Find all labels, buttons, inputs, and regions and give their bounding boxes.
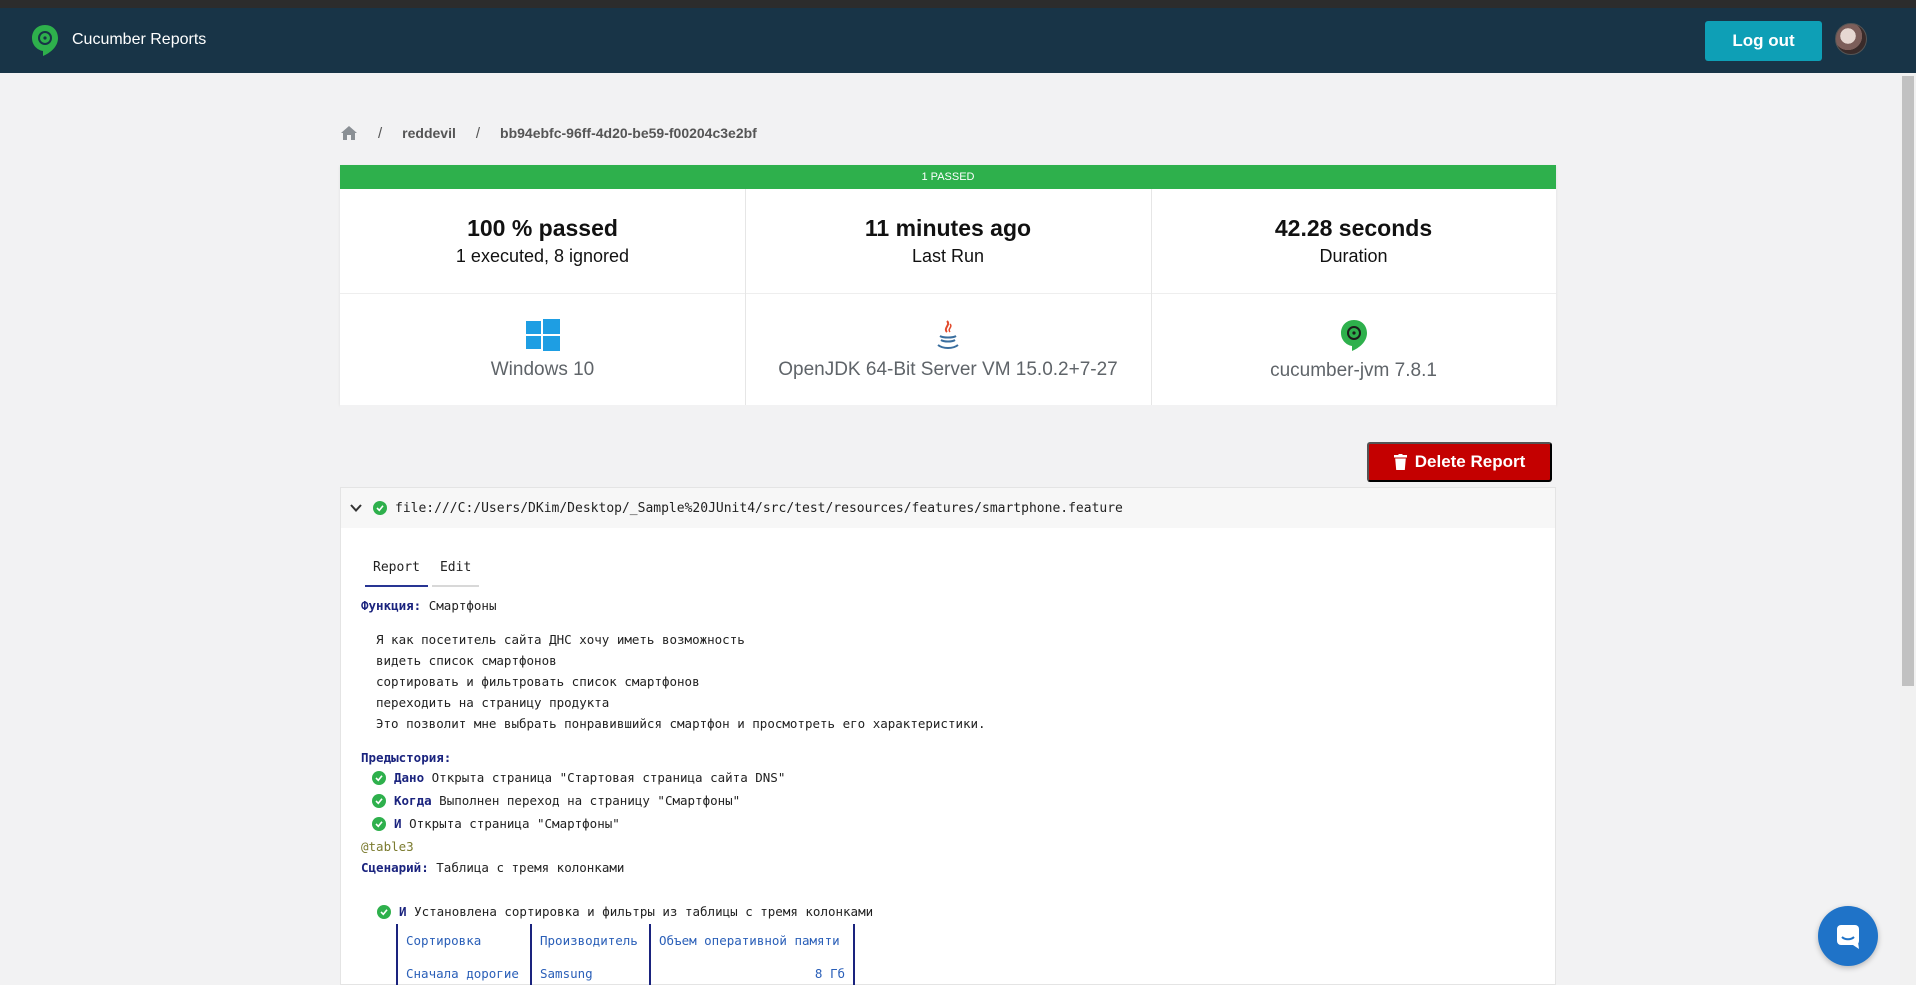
feature-uri: file:///C:/Users/DKim/Desktop/_Sample%20… [395, 500, 1123, 516]
description-line: Я как посетитель сайта ДНС хочу иметь во… [376, 632, 745, 647]
scenario-keyword: Сценарий: [361, 860, 429, 875]
chat-support-button[interactable] [1818, 906, 1878, 966]
breadcrumb-separator: / [475, 124, 481, 142]
step-keyword: Когда [394, 793, 432, 808]
user-avatar[interactable] [1835, 23, 1867, 55]
cucumber-icon [1340, 319, 1367, 351]
delete-report-button[interactable]: Delete Report [1367, 442, 1552, 482]
feature-header[interactable]: file:///C:/Users/DKim/Desktop/_Sample%20… [341, 488, 1555, 528]
step-line: И Открыта страница "Смартфоны" [372, 816, 620, 831]
background-keyword: Предыстория: [361, 750, 452, 765]
jvm-name: OpenJDK 64-Bit Server VM 15.0.2+7-27 [778, 358, 1118, 380]
status-bar: 1 PASSED [340, 165, 1556, 189]
cucumber-version: cucumber-jvm 7.8.1 [1270, 359, 1437, 381]
table-cell: Сначала дорогие [396, 957, 532, 985]
passed-check-icon [372, 816, 386, 831]
scenario-title-line: Сценарий: Таблица с тремя колонками [361, 860, 624, 875]
navbar: Cucumber Reports Log out [0, 8, 1916, 73]
step-line: Когда Выполнен переход на страницу "Смар… [372, 793, 740, 808]
breadcrumb-report-id: bb94ebfc-96ff-4d20-be59-f00204c3e2bf [500, 125, 757, 141]
home-icon[interactable] [340, 125, 358, 141]
last-run-label: Last Run [911, 246, 985, 266]
executed-summary: 1 executed, 8 ignored [455, 246, 630, 266]
step-line: Дано Открыта страница "Стартовая страниц… [372, 770, 785, 785]
passed-check-icon [372, 793, 386, 808]
feature-panel: file:///C:/Users/DKim/Desktop/_Sample%20… [340, 487, 1556, 985]
pass-rate-cell: 100 % passed 1 executed, 8 ignored [340, 189, 745, 293]
description-line: Это позволит мне выбрать понравившийся с… [376, 716, 986, 731]
page-scrollbar-thumb[interactable] [1902, 76, 1914, 686]
step-keyword: И [394, 816, 402, 831]
step-line: И Установлена сортировка и фильтры из та… [377, 904, 873, 919]
passed-check-icon [373, 501, 387, 515]
windows-icon [525, 318, 560, 351]
chevron-down-icon[interactable] [349, 501, 363, 515]
table-cell: Сортировка [396, 924, 532, 957]
step-text: Установлена сортировка и фильтры из табл… [414, 904, 874, 919]
last-run-value: 11 minutes ago [864, 215, 1032, 241]
table-cell: 8 Гб [649, 957, 855, 985]
description-line: видеть список смартфонов [376, 653, 557, 668]
table-cell: Samsung [530, 957, 651, 985]
passed-check-icon [372, 770, 386, 785]
description-line: сортировать и фильтровать список смартфо… [376, 674, 700, 689]
browser-top-strip [0, 0, 1916, 8]
trash-icon [1393, 454, 1407, 470]
cucumber-logo-icon[interactable] [30, 23, 60, 57]
pass-rate-value: 100 % passed [467, 215, 618, 241]
breadcrumb-separator: / [378, 124, 383, 142]
logout-button[interactable]: Log out [1705, 21, 1822, 61]
step-keyword: Дано [394, 770, 425, 785]
description-line: переходить на страницу продукта [376, 695, 610, 710]
table-cell: Производитель [530, 924, 651, 957]
os-cell: Windows 10 [340, 294, 745, 405]
jvm-cell: OpenJDK 64-Bit Server VM 15.0.2+7-27 [745, 294, 1151, 405]
cucumber-cell: cucumber-jvm 7.8.1 [1151, 294, 1556, 405]
breadcrumb-user[interactable]: reddevil [402, 125, 456, 141]
tab-report[interactable]: Report [365, 554, 428, 587]
table-row: Сначала дорогие Samsung 8 Гб [396, 957, 855, 985]
duration-value: 42.28 seconds [1274, 215, 1433, 241]
step-text: Открыта страница "Смартфоны" [409, 816, 620, 831]
table-cell: Объем оперативной памяти [649, 924, 855, 957]
os-name: Windows 10 [490, 358, 595, 380]
card-footer-panel [340, 405, 1556, 437]
app-title[interactable]: Cucumber Reports [72, 31, 206, 49]
step-data-table: Сортировка Производитель Объем оперативн… [396, 924, 855, 985]
step-text: Открыта страница "Стартовая страница сай… [431, 770, 786, 785]
step-keyword: И [399, 904, 407, 919]
feature-keyword: Функция: [361, 598, 422, 613]
chat-icon [1837, 925, 1859, 949]
table-row: Сортировка Производитель Объем оперативн… [396, 924, 855, 957]
java-icon [937, 319, 959, 349]
delete-report-label: Delete Report [1414, 452, 1526, 471]
step-text: Выполнен переход на страницу "Смартфоны" [439, 793, 741, 808]
duration-label: Duration [1319, 246, 1388, 266]
scenario-name: Таблица с тремя колонками [436, 860, 625, 875]
last-run-cell: 11 minutes ago Last Run [745, 189, 1151, 293]
passed-check-icon [377, 904, 391, 919]
feature-tabs: Report Edit [365, 554, 483, 587]
scenario-tag[interactable]: @table3 [361, 839, 414, 854]
tab-edit[interactable]: Edit [431, 554, 480, 587]
report-summary-card: 1 PASSED 100 % passed 1 executed, 8 igno… [340, 165, 1556, 405]
duration-cell: 42.28 seconds Duration [1151, 189, 1556, 293]
feature-name: Смартфоны [428, 598, 497, 613]
feature-title-line: Функция: Смартфоны [361, 598, 496, 613]
breadcrumb: / reddevil / bb94ebfc-96ff-4d20-be59-f00… [340, 122, 757, 144]
